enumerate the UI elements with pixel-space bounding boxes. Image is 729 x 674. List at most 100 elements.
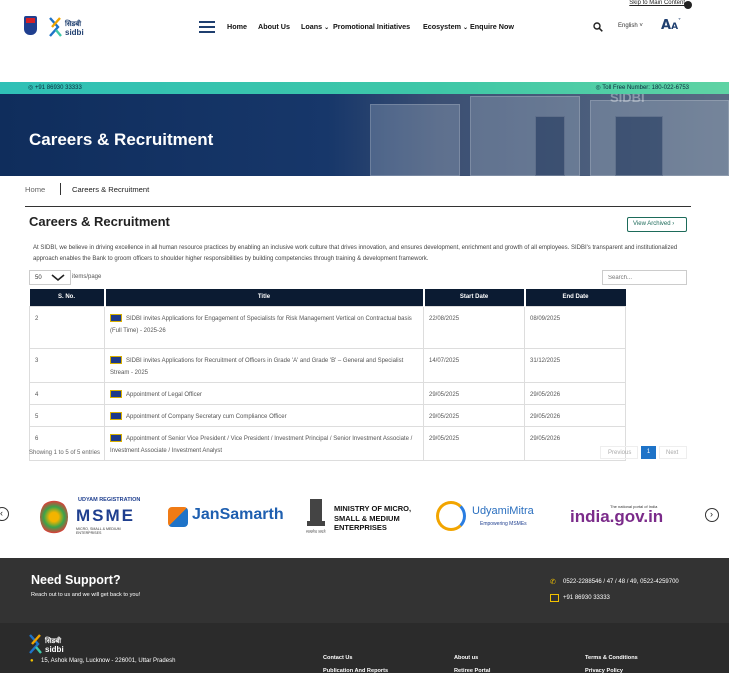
- cell-title[interactable]: Appointment of Company Secretary cum Com…: [104, 403, 424, 427]
- nav-about-us[interactable]: About Us: [258, 22, 290, 31]
- page-banner: SIDBI Careers & Recruitment: [0, 94, 729, 176]
- column-header-sno[interactable]: S. No.: [29, 289, 106, 306]
- carousel-next-icon[interactable]: ›: [705, 508, 719, 522]
- footer-link-terms[interactable]: Terms & Conditions: [585, 655, 638, 661]
- phone-icon: ✆: [550, 579, 556, 586]
- cell-title[interactable]: Appointment of Legal Officer: [104, 381, 424, 405]
- support-mobile[interactable]: +91 86930 33333: [563, 595, 610, 601]
- nav-promotional-initiatives[interactable]: Promotional Initiatives: [333, 22, 410, 31]
- table-row: 6 Appointment of Senior Vice President /…: [29, 425, 626, 461]
- menu-icon[interactable]: [199, 21, 215, 33]
- whatsapp-phone[interactable]: ◎ +91 86930 33333: [28, 84, 82, 91]
- footer-link-retiree[interactable]: Retiree Portal: [454, 668, 490, 674]
- footer-link-about[interactable]: About us: [454, 655, 478, 661]
- search-input[interactable]: [602, 270, 687, 285]
- column-header-start-date[interactable]: Start Date: [423, 289, 526, 306]
- pagination-page-1[interactable]: 1: [641, 446, 656, 459]
- footer-address: 15, Ashok Marg, Lucknow - 226001, Uttar …: [41, 658, 176, 664]
- brand-text: sidbi: [65, 28, 84, 37]
- whatsapp-icon: ◎: [28, 85, 34, 91]
- nav-loans[interactable]: Loans ⌄: [301, 22, 329, 31]
- per-page-label: items/page: [72, 274, 102, 280]
- cell-end-date: 08/09/2025: [524, 305, 626, 349]
- recruitment-icon: [110, 389, 122, 398]
- search-icon[interactable]: [593, 22, 603, 32]
- whatsapp-number: +91 86930 33333: [34, 85, 82, 91]
- table-row: 4 Appointment of Legal Officer 29/05/202…: [29, 381, 626, 405]
- column-header-title[interactable]: Title: [104, 289, 425, 306]
- breadcrumb-current: Careers & Recruitment: [72, 185, 150, 194]
- contact-bar: ◎ +91 86930 33333 ◎ Toll Free Number: 18…: [0, 82, 729, 94]
- footer-brand-text: sidbi: [45, 645, 64, 654]
- msme-ministry-logo[interactable]: सत्यमेव जयते MINISTRY OF MICRO, SMALL & …: [304, 497, 416, 537]
- cell-title[interactable]: Appointment of Senior Vice President / V…: [104, 425, 424, 461]
- table-row: 5 Appointment of Company Secretary cum C…: [29, 403, 626, 427]
- job-title-link[interactable]: Appointment of Legal Officer: [126, 392, 202, 398]
- nav-ecosystem[interactable]: Ecosystem ⌄: [423, 22, 468, 31]
- support-subtitle: Reach out to us and we will get back to …: [31, 592, 141, 598]
- site-header: [0, 10, 729, 82]
- udyam-main-text: MSME: [76, 506, 135, 525]
- toll-free[interactable]: ◎ Toll Free Number: 180-022-6753: [595, 84, 689, 91]
- column-header-end-date[interactable]: End Date: [524, 289, 626, 306]
- nav-loans-label: Loans: [301, 22, 323, 31]
- nav-home[interactable]: Home: [227, 22, 247, 31]
- view-archived-button[interactable]: View Archived ›: [627, 217, 687, 232]
- toll-free-number: Toll Free Number: 180-022-6753: [602, 85, 689, 91]
- india-gov-logo[interactable]: The national portal of India india.gov.i…: [570, 497, 676, 537]
- job-title-link[interactable]: Appointment of Senior Vice President / V…: [110, 436, 412, 454]
- chevron-right-icon: ›: [672, 221, 675, 227]
- cell-title[interactable]: SIDBI invites Applications for Engagemen…: [104, 305, 424, 349]
- emblem-icon: सत्यमेव जयते: [306, 499, 326, 534]
- pagination-next[interactable]: Next: [659, 446, 687, 459]
- udyami-mitra-logo[interactable]: UdyamiMitra Empowering MSMEs: [436, 497, 542, 537]
- sidbi-logo[interactable]: सिडबी sidbi: [48, 15, 100, 37]
- nav-enquire-now[interactable]: Enquire Now: [470, 22, 514, 31]
- svg-text:सत्यमेव जयते: सत्यमेव जयते: [306, 529, 326, 534]
- job-title-link[interactable]: Appointment of Company Secretary cum Com…: [126, 414, 287, 420]
- chevron-down-icon: ⌄: [324, 25, 330, 31]
- jansamarth-logo[interactable]: JanSamarth: [168, 497, 284, 537]
- accessibility-icon[interactable]: [684, 1, 692, 9]
- divider: [25, 206, 691, 207]
- footer-link-contact[interactable]: Contact Us: [323, 655, 353, 661]
- support-title: Need Support?: [31, 573, 121, 587]
- careers-table: S. No. Title Start Date End Date 2 SIDBI…: [29, 289, 626, 461]
- recruitment-icon: [110, 433, 122, 442]
- udyam-registration-logo[interactable]: UDYAM REGISTRATION MSME MICRO, SMALL & M…: [40, 497, 144, 537]
- svg-text:सिडबी: सिडबी: [64, 19, 82, 28]
- footer-link-privacy[interactable]: Privacy Policy: [585, 668, 623, 674]
- pagination-previous[interactable]: Previous: [600, 446, 638, 459]
- breadcrumb-home[interactable]: Home: [25, 185, 45, 194]
- banner-title: Careers & Recruitment: [29, 130, 214, 149]
- cell-start-date: 29/05/2025: [423, 403, 525, 427]
- table-row: 3 SIDBI invites Applications for Recruit…: [29, 347, 626, 383]
- cell-title[interactable]: SIDBI invites Applications for Recruitme…: [104, 347, 424, 383]
- top-strip: [0, 0, 729, 10]
- language-select[interactable]: English ˅: [618, 23, 643, 29]
- india-gov-text: india.gov.in: [570, 507, 664, 526]
- ministry-line-3: ENTERPRISES: [334, 523, 387, 532]
- footer-sidbi-logo[interactable]: सिडबी sidbi: [28, 632, 86, 654]
- breadcrumb-separator: [60, 183, 61, 195]
- cell-sno: 3: [29, 347, 105, 383]
- cell-start-date: 22/08/2025: [423, 305, 525, 349]
- jansamarth-text: JanSamarth: [192, 506, 284, 523]
- banner-watermark: SIDBI: [610, 94, 645, 105]
- udyam-top-text: UDYAM REGISTRATION: [78, 497, 141, 503]
- carousel-prev-icon[interactable]: ‹: [0, 507, 9, 521]
- location-icon: ●: [30, 658, 34, 664]
- ministry-line-2: SMALL & MEDIUM: [334, 513, 400, 523]
- language-label: English: [618, 23, 638, 29]
- svg-text:सिडबी: सिडबी: [44, 636, 62, 645]
- entries-summary: Showing 1 to 5 of 5 entries: [29, 450, 101, 456]
- emblem-logo: [24, 16, 37, 35]
- job-title-link[interactable]: SIDBI invites Applications for Engagemen…: [110, 316, 412, 334]
- skip-to-main-link[interactable]: Skip to Main Content: [629, 0, 685, 6]
- cell-start-date: 29/05/2025: [423, 425, 525, 461]
- footer-link-publications[interactable]: Publication And Reports: [323, 668, 388, 674]
- support-section: Need Support? Reach out to us and we wil…: [0, 558, 729, 623]
- job-title-link[interactable]: SIDBI invites Applications for Recruitme…: [110, 358, 403, 376]
- support-phones[interactable]: 0522-2288546 / 47 / 48 / 49, 0522-425970…: [563, 579, 679, 585]
- font-size-toggle[interactable]: AA˅: [661, 18, 681, 33]
